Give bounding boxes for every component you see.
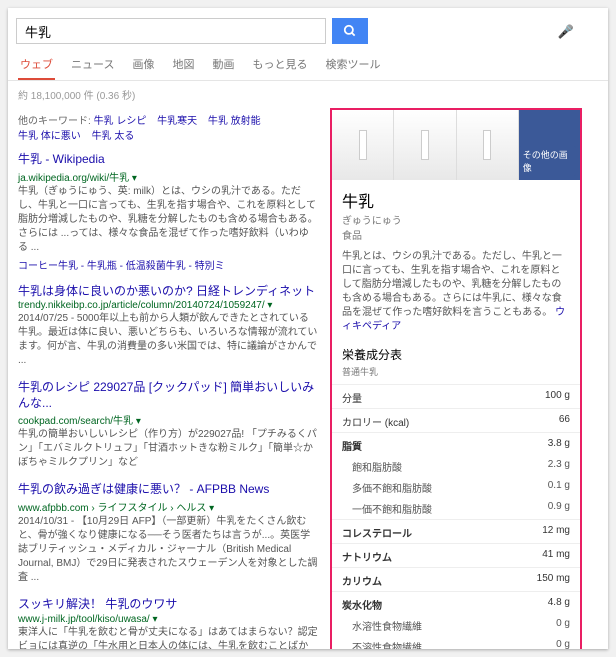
- tab-maps[interactable]: 地図: [170, 50, 196, 80]
- tab-news[interactable]: ニュース: [69, 50, 116, 80]
- result-snippet: 東洋人に「牛乳を飲むと骨が丈夫になる」はあてはまらない？認定ビョには真逆の「牛水…: [18, 626, 318, 649]
- result-title[interactable]: 牛乳の飲み過ぎは健康に悪い？ - AFPBB News: [18, 482, 318, 498]
- search-result: 牛乳は身体に良いのか悪いのか? 日経トレンディネットtrendy.nikkeib…: [18, 284, 318, 369]
- result-sublinks[interactable]: コーヒー牛乳 - 牛乳瓶 - 低温殺菌牛乳 - 特別ミ: [18, 257, 318, 272]
- more-images-link[interactable]: その他の画像: [519, 146, 576, 176]
- kw-link[interactable]: 牛乳 体に悪い: [18, 131, 81, 142]
- tab-videos[interactable]: 動画: [210, 50, 236, 80]
- kw-link[interactable]: 牛乳 太る: [92, 131, 135, 142]
- search-input[interactable]: [16, 18, 326, 44]
- result-title[interactable]: スッキリ解決！ 牛乳のウワサ: [18, 597, 318, 613]
- search-result: 牛乳のレシピ 229027品 [クックパッド] 簡単おいしいみんな...cook…: [18, 380, 318, 470]
- kw-link[interactable]: 牛乳寒天: [157, 116, 197, 127]
- result-title[interactable]: 牛乳 - Wikipedia: [18, 152, 318, 168]
- search-button[interactable]: [332, 18, 368, 44]
- mic-icon[interactable]: 🎤: [558, 24, 574, 40]
- panel-description: 牛乳とは、ウシの乳汁である。ただし、牛乳と一口に言っても、生乳を指す場合や、これ…: [332, 250, 580, 340]
- search-result: 牛乳 - Wikipediaja.wikipedia.org/wiki/牛乳 ▾…: [18, 152, 318, 272]
- search-result: 牛乳の飲み過ぎは健康に悪い？ - AFPBB Newswww.afpbb.com…: [18, 482, 318, 585]
- result-url: www.afpbb.com › ライフスタイル › ヘルス ▾: [18, 499, 318, 514]
- tab-tools[interactable]: 検索ツール: [323, 50, 382, 80]
- result-snippet: 牛乳（ぎゅうにゅう、英: milk）とは、ウシの乳汁である。ただし、牛乳と一口に…: [18, 185, 318, 255]
- nutrition-title: 栄養成分表: [342, 346, 570, 363]
- result-title[interactable]: 牛乳は身体に良いのか悪いのか? 日経トレンディネット: [18, 284, 318, 300]
- result-url: www.j-milk.jp/tool/kiso/uwasa/ ▾: [18, 614, 318, 625]
- result-url: cookpad.com/search/牛乳 ▾: [18, 412, 318, 427]
- result-snippet: 牛乳の簡単おいしいレシピ（作り方）が229027品! 「プチみるくパン」「エバミ…: [18, 428, 318, 470]
- result-url: ja.wikipedia.org/wiki/牛乳 ▾: [18, 169, 318, 184]
- tabs: ウェブ ニュース 画像 地図 動画 もっと見る 検索ツール: [8, 50, 608, 81]
- result-snippet: 2014/10/31 - 【10月29日 AFP】（一部更新）牛乳をたくさん飲む…: [18, 515, 318, 585]
- related-keywords: 他のキーワード: 牛乳 レシピ 牛乳寒天 牛乳 放射能 牛乳 体に悪い 牛乳 太…: [18, 112, 318, 142]
- panel-images[interactable]: その他の画像: [332, 110, 580, 180]
- panel-title: 牛乳: [342, 188, 570, 212]
- result-title[interactable]: 牛乳のレシピ 229027品 [クックパッド] 簡単おいしいみんな...: [18, 380, 318, 411]
- result-stats: 約 18,100,000 件 (0.36 秒): [8, 81, 608, 108]
- tab-images[interactable]: 画像: [130, 50, 156, 80]
- kw-link[interactable]: 牛乳 レシピ: [94, 116, 147, 127]
- knowledge-panel: その他の画像 牛乳 ぎゅうにゅう食品 牛乳とは、ウシの乳汁である。ただし、牛乳と…: [330, 108, 582, 649]
- kw-link[interactable]: 牛乳 放射能: [208, 116, 261, 127]
- search-result: スッキリ解決！ 牛乳のウワサwww.j-milk.jp/tool/kiso/uw…: [18, 597, 318, 649]
- result-snippet: 2014/07/25 - 5000年以上も前から人類が飲んできたとされている牛乳…: [18, 312, 318, 368]
- tab-web[interactable]: ウェブ: [18, 50, 55, 80]
- tab-more[interactable]: もっと見る: [250, 50, 309, 80]
- result-url: trendy.nikkeibp.co.jp/article/column/201…: [18, 300, 318, 311]
